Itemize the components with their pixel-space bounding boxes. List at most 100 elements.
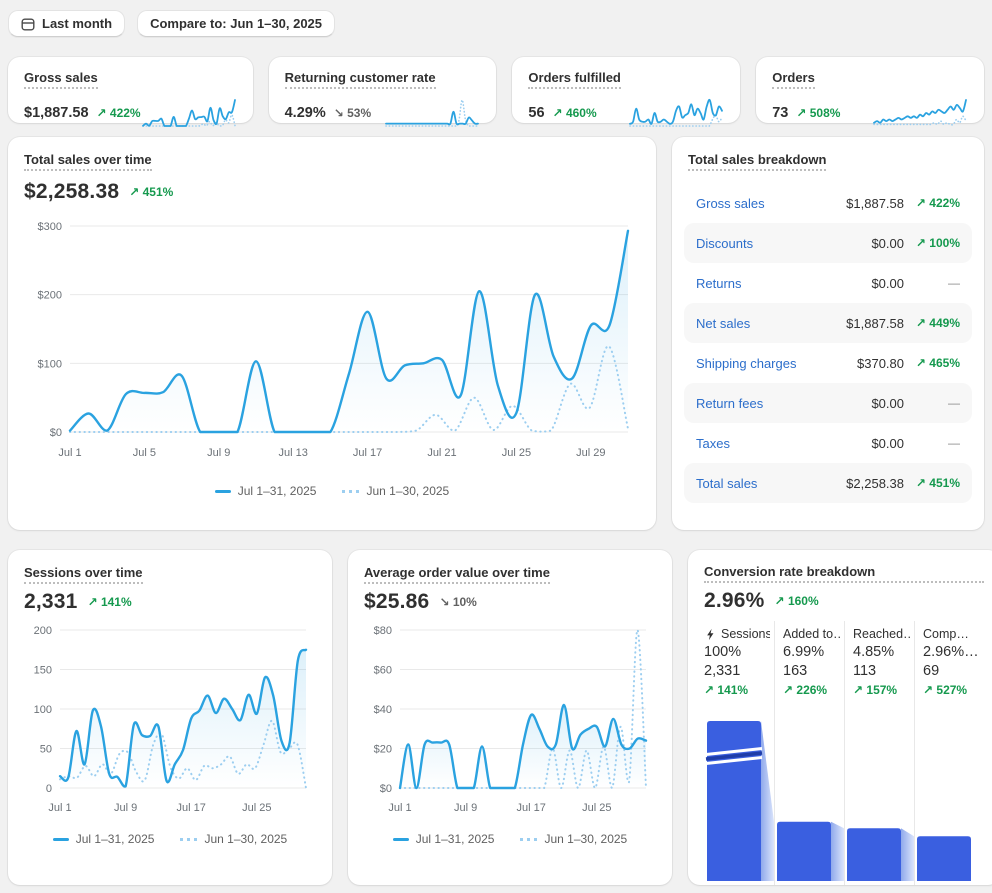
kpi-value: 4.29%	[285, 105, 326, 121]
svg-text:50: 50	[40, 744, 52, 756]
kpi-value: 73	[772, 105, 788, 121]
svg-text:$40: $40	[374, 704, 392, 716]
svg-text:$0: $0	[50, 427, 62, 439]
compare-to-button[interactable]: Compare to: Jun 1–30, 2025	[137, 10, 335, 37]
funnel-stage-percentage: 2.96%…	[923, 644, 980, 660]
breakdown-row-value: $1,887.58	[846, 196, 904, 211]
legend-dotted-swatch	[520, 838, 537, 841]
funnel-stage-delta: ↗ 527%	[923, 683, 980, 697]
analytics-dashboard: Last month Compare to: Jun 1–30, 2025 Gr…	[0, 0, 992, 893]
breakdown-row: Net sales$1,887.58↗ 449%	[684, 303, 972, 343]
breakdown-row-link[interactable]: Discounts	[696, 236, 753, 251]
breakdown-row-delta: ↗ 465%	[904, 356, 960, 370]
date-range-label: Last month	[42, 16, 112, 31]
svg-text:$60: $60	[374, 665, 392, 677]
breakdown-row-value: $370.80	[857, 356, 904, 371]
breakdown-rows: Gross sales $1,887.58↗ 422% Discounts $0.00…	[688, 183, 968, 503]
card-title[interactable]: Total sales over time	[24, 152, 152, 171]
funnel-stage-percentage: 100%	[704, 644, 770, 660]
funnel-stage-count: 113	[853, 663, 910, 679]
breakdown-row-delta: —	[904, 276, 960, 290]
total-sales-over-time-card: Total sales over time $2,258.38 ↗ 451% $…	[8, 137, 656, 530]
kpi-delta: ↗ 460%	[553, 106, 597, 120]
kpi-delta: ↗ 422%	[97, 106, 141, 120]
svg-text:Jul 29: Jul 29	[576, 447, 605, 459]
card-title[interactable]: Conversion rate breakdown	[704, 564, 984, 583]
svg-text:$0: $0	[380, 783, 392, 795]
svg-text:200: 200	[34, 625, 52, 637]
svg-text:Jul 5: Jul 5	[133, 447, 156, 459]
funnel-bars-chart	[704, 719, 984, 883]
breakdown-row: Shipping charges $370.80↗ 465%	[684, 343, 972, 383]
compare-to-label: Compare to: Jun 1–30, 2025	[150, 16, 322, 31]
breakdown-row-delta: ↗ 100%	[904, 236, 960, 250]
conversion-funnel: Sessions100%2,331↗ 141%Added to…6.99%163…	[704, 621, 984, 885]
funnel-stage-delta: ↗ 157%	[853, 683, 910, 697]
breakdown-row-link[interactable]: Returns	[696, 276, 742, 291]
breakdown-row-link[interactable]: Shipping charges	[696, 356, 796, 371]
svg-text:$80: $80	[374, 625, 392, 637]
kpi-value: 56	[528, 105, 544, 121]
svg-text:$100: $100	[38, 358, 62, 370]
conversion-delta: ↗ 160%	[775, 594, 819, 608]
svg-text:Jul 17: Jul 17	[353, 447, 382, 459]
sparkline-chart	[384, 96, 480, 130]
breakdown-row-link[interactable]: Total sales	[696, 476, 757, 491]
legend-dotted-swatch	[180, 838, 197, 841]
kpi-title[interactable]: Orders fulfilled	[528, 70, 620, 89]
svg-text:150: 150	[34, 665, 52, 677]
breakdown-row: Gross sales $1,887.58↗ 422%	[684, 183, 972, 223]
card-title[interactable]: Sessions over time	[24, 565, 143, 584]
funnel-stage-percentage: 4.85%	[853, 644, 910, 660]
svg-text:Jul 9: Jul 9	[207, 447, 230, 459]
sessions-value: 2,331	[24, 590, 78, 614]
svg-text:Jul 25: Jul 25	[502, 447, 531, 459]
funnel-stage-label: Comp…	[923, 627, 980, 641]
sparkline-chart	[628, 96, 724, 130]
svg-text:Jul 1: Jul 1	[48, 802, 71, 814]
breakdown-row: Total sales$2,258.38↗ 451%	[684, 463, 972, 503]
breakdown-row-delta: ↗ 451%	[904, 476, 960, 490]
breakdown-row-link[interactable]: Return fees	[696, 396, 763, 411]
kpi-delta: ↗ 508%	[796, 106, 840, 120]
toolbar: Last month Compare to: Jun 1–30, 2025	[8, 10, 984, 37]
kpi-title[interactable]: Returning customer rate	[285, 70, 436, 89]
card-title[interactable]: Average order value over time	[364, 565, 550, 584]
kpi-card-gross-sales: Gross sales $1,887.58 ↗ 422%	[8, 57, 253, 123]
svg-text:Jul 1: Jul 1	[58, 447, 81, 459]
conversion-value: 2.96%	[704, 589, 765, 613]
breakdown-row-delta: —	[904, 436, 960, 450]
svg-text:Jul 17: Jul 17	[177, 802, 206, 814]
legend-solid-swatch	[215, 490, 231, 493]
svg-text:$200: $200	[38, 290, 62, 302]
svg-text:Jul 9: Jul 9	[114, 802, 137, 814]
breakdown-row-delta: ↗ 422%	[904, 196, 960, 210]
funnel-stage-label: Sessions	[704, 627, 770, 641]
conversion-rate-breakdown-card: Conversion rate breakdown 2.96% ↗ 160% S…	[688, 550, 992, 885]
svg-text:Jul 9: Jul 9	[454, 802, 477, 814]
aov-delta: ↘ 10%	[439, 595, 476, 609]
card-title[interactable]: Total sales breakdown	[688, 152, 826, 171]
total-sales-value: $2,258.38	[24, 180, 119, 204]
sessions-delta: ↗ 141%	[88, 595, 132, 609]
breakdown-row-link[interactable]: Gross sales	[696, 196, 765, 211]
lightning-bolt-icon	[704, 628, 717, 641]
total-sales-delta: ↗ 451%	[129, 185, 173, 199]
sessions-line-chart: 050100150200Jul 1Jul 9Jul 17Jul 25	[24, 618, 316, 826]
breakdown-row-link[interactable]: Taxes	[696, 436, 730, 451]
total-sales-breakdown-card: Total sales breakdown Gross sales $1,887.…	[672, 137, 984, 530]
kpi-delta: ↘ 53%	[334, 106, 371, 120]
calendar-icon	[21, 17, 35, 31]
funnel-stage-count: 69	[923, 663, 980, 679]
kpi-title[interactable]: Gross sales	[24, 70, 98, 89]
funnel-stage-count: 163	[783, 663, 840, 679]
chart-legend: Jul 1–31, 2025 Jun 1–30, 2025	[364, 832, 656, 846]
breakdown-row-value: $0.00	[871, 396, 904, 411]
breakdown-row-link[interactable]: Net sales	[696, 316, 750, 331]
breakdown-row-value: $0.00	[871, 276, 904, 291]
breakdown-row: Return fees$0.00—	[684, 383, 972, 423]
kpi-title[interactable]: Orders	[772, 70, 815, 89]
breakdown-row-value: $0.00	[871, 436, 904, 451]
date-range-button[interactable]: Last month	[8, 10, 125, 37]
sessions-over-time-card: Sessions over time 2,331 ↗ 141% 05010015…	[8, 550, 332, 885]
